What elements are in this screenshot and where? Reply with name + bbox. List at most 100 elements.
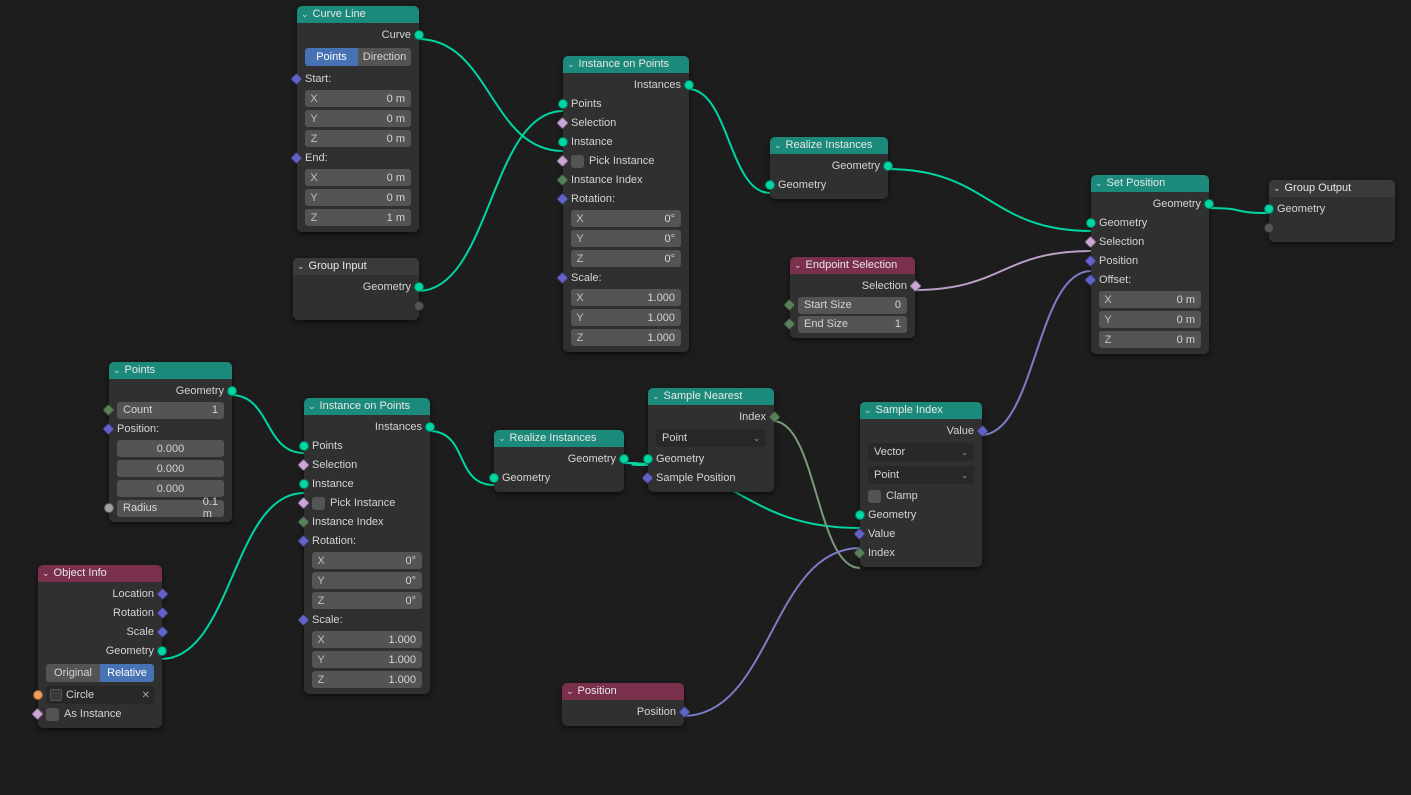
socket-in-geometry[interactable] xyxy=(855,510,865,520)
scale-z-field[interactable]: Z1.000 xyxy=(312,671,422,688)
node-header[interactable]: ⌄Realize Instances xyxy=(770,137,888,154)
socket-in-geometry[interactable] xyxy=(1086,218,1096,228)
node-header[interactable]: ⌄Sample Nearest xyxy=(648,388,774,405)
socket-out-geometry[interactable] xyxy=(619,454,629,464)
node-header[interactable]: ⌄Realize Instances xyxy=(494,430,624,447)
socket-out-rotation[interactable] xyxy=(156,607,169,620)
node-object-info[interactable]: ⌄Object Info Location Rotation Scale Geo… xyxy=(38,565,162,728)
start-z-field[interactable]: Z0 m xyxy=(305,130,411,147)
node-header[interactable]: ⌄Instance on Points xyxy=(304,398,430,415)
socket-in-geometry[interactable] xyxy=(643,454,653,464)
node-curve-line[interactable]: ⌄Curve Line Curve PointsDirection Start:… xyxy=(297,6,419,232)
pick-instance-checkbox[interactable] xyxy=(312,497,325,510)
start-x-field[interactable]: X0 m xyxy=(305,90,411,107)
socket-in-selection[interactable] xyxy=(556,117,569,130)
offset-y-field[interactable]: Y0 m xyxy=(1099,311,1201,328)
pick-instance-checkbox[interactable] xyxy=(571,155,584,168)
node-header[interactable]: ⌄Instance on Points xyxy=(563,56,689,73)
rot-x-field[interactable]: X0° xyxy=(312,552,422,569)
socket-in-value[interactable] xyxy=(853,528,866,541)
mode-original[interactable]: Original xyxy=(46,664,100,682)
socket-in-radius[interactable] xyxy=(104,503,114,513)
pos-y-field[interactable]: 0.000 xyxy=(117,460,224,477)
socket-out-value[interactable] xyxy=(976,425,989,438)
socket-in-virtual[interactable] xyxy=(1264,223,1274,233)
socket-in-instance[interactable] xyxy=(299,479,309,489)
socket-in-geometry[interactable] xyxy=(765,180,775,190)
scale-y-field[interactable]: Y1.000 xyxy=(571,309,681,326)
end-size-field[interactable]: End Size1 xyxy=(798,316,907,333)
mode-toggle[interactable]: PointsDirection xyxy=(305,48,411,66)
node-header[interactable]: ⌄Endpoint Selection xyxy=(790,257,915,274)
socket-out-geometry[interactable] xyxy=(227,386,237,396)
mode-points[interactable]: Points xyxy=(305,48,358,66)
scale-x-field[interactable]: X1.000 xyxy=(312,631,422,648)
socket-out-instances[interactable] xyxy=(425,422,435,432)
end-z-field[interactable]: Z1 m xyxy=(305,209,411,226)
socket-in-points[interactable] xyxy=(299,441,309,451)
rot-z-field[interactable]: Z0° xyxy=(312,592,422,609)
end-y-field[interactable]: Y0 m xyxy=(305,189,411,206)
socket-in-as-instance[interactable] xyxy=(31,708,44,721)
node-header[interactable]: ⌄Position xyxy=(562,683,684,700)
rot-z-field[interactable]: Z0° xyxy=(571,250,681,267)
domain-dropdown[interactable]: Point⌄ xyxy=(656,429,766,447)
socket-out-location[interactable] xyxy=(156,588,169,601)
transform-space-toggle[interactable]: OriginalRelative xyxy=(46,664,154,682)
socket-in-selection[interactable] xyxy=(1084,236,1097,249)
node-header[interactable]: ⌄Curve Line xyxy=(297,6,419,23)
socket-in-geometry[interactable] xyxy=(489,473,499,483)
mode-relative[interactable]: Relative xyxy=(100,664,154,682)
socket-in-end-size[interactable] xyxy=(783,318,796,331)
node-sample-index[interactable]: ⌄Sample Index Value Vector⌄ Point⌄ Clamp… xyxy=(860,402,982,567)
socket-in-rotation[interactable] xyxy=(297,535,310,548)
socket-in-pick-instance[interactable] xyxy=(297,497,310,510)
rot-x-field[interactable]: X0° xyxy=(571,210,681,227)
socket-in-sample-position[interactable] xyxy=(641,472,654,485)
clamp-checkbox[interactable] xyxy=(868,490,881,503)
pos-z-field[interactable]: 0.000 xyxy=(117,480,224,497)
socket-in-count[interactable] xyxy=(102,404,115,417)
mode-direction[interactable]: Direction xyxy=(358,48,411,66)
socket-in-scale[interactable] xyxy=(556,272,569,285)
node-header[interactable]: ⌄Object Info xyxy=(38,565,162,582)
node-instance-on-points-1[interactable]: ⌄Instance on Points Instances Points Sel… xyxy=(563,56,689,352)
clear-icon[interactable]: ✕ xyxy=(142,690,150,701)
node-set-position[interactable]: ⌄Set Position Geometry Geometry Selectio… xyxy=(1091,175,1209,354)
radius-field[interactable]: Radius0.1 m xyxy=(117,500,224,517)
socket-in-instance[interactable] xyxy=(558,137,568,147)
scale-x-field[interactable]: X1.000 xyxy=(571,289,681,306)
socket-in-instance-index[interactable] xyxy=(556,174,569,187)
socket-in-index[interactable] xyxy=(853,547,866,560)
datatype-dropdown[interactable]: Vector⌄ xyxy=(868,443,974,461)
socket-in-start-size[interactable] xyxy=(783,299,796,312)
node-header[interactable]: ⌄Group Output xyxy=(1269,180,1395,197)
socket-out-index[interactable] xyxy=(768,411,781,424)
node-header[interactable]: ⌄Sample Index xyxy=(860,402,982,419)
node-sample-nearest[interactable]: ⌄Sample Nearest Index Point⌄ Geometry Sa… xyxy=(648,388,774,492)
count-field[interactable]: Count1 xyxy=(117,402,224,419)
socket-out-scale[interactable] xyxy=(156,626,169,639)
node-realize-instances-2[interactable]: ⌄Realize Instances Geometry Geometry xyxy=(494,430,624,492)
socket-out-geometry[interactable] xyxy=(883,161,893,171)
socket-in-instance-index[interactable] xyxy=(297,516,310,529)
socket-in-geometry[interactable] xyxy=(1264,204,1274,214)
offset-x-field[interactable]: X0 m xyxy=(1099,291,1201,308)
node-points[interactable]: ⌄Points Geometry Count1 Position: 0.000 … xyxy=(109,362,232,522)
socket-in-position[interactable] xyxy=(102,423,115,436)
socket-in-points[interactable] xyxy=(558,99,568,109)
socket-in-position[interactable] xyxy=(1084,255,1097,268)
rot-y-field[interactable]: Y0° xyxy=(312,572,422,589)
node-endpoint-selection[interactable]: ⌄Endpoint Selection Selection Start Size… xyxy=(790,257,915,338)
socket-in-rotation[interactable] xyxy=(556,193,569,206)
scale-y-field[interactable]: Y1.000 xyxy=(312,651,422,668)
domain-dropdown[interactable]: Point⌄ xyxy=(868,466,974,484)
rot-y-field[interactable]: Y0° xyxy=(571,230,681,247)
socket-out-virtual[interactable] xyxy=(414,301,424,311)
socket-in-pick-instance[interactable] xyxy=(556,155,569,168)
scale-z-field[interactable]: Z1.000 xyxy=(571,329,681,346)
socket-in-selection[interactable] xyxy=(297,459,310,472)
socket-in-scale[interactable] xyxy=(297,614,310,627)
start-size-field[interactable]: Start Size0 xyxy=(798,297,907,314)
node-group-output[interactable]: ⌄Group Output Geometry xyxy=(1269,180,1395,242)
